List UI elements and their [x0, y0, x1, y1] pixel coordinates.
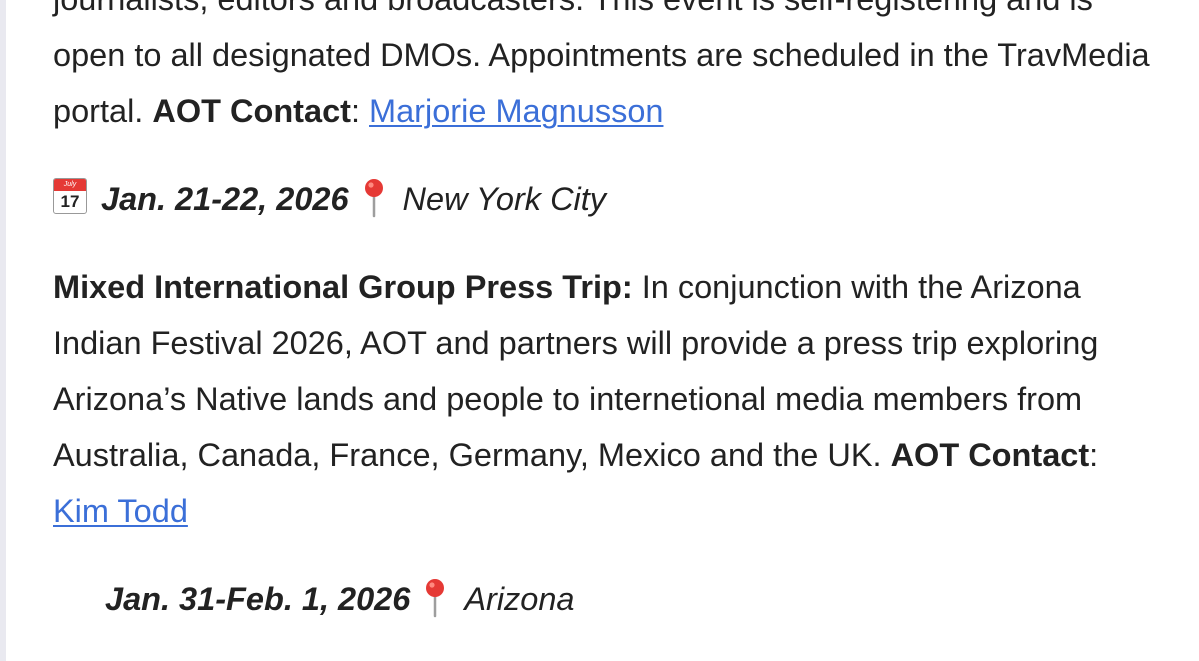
left-border [0, 0, 6, 661]
contact-link-marjorie-magnusson[interactable]: Marjorie Magnusson [369, 93, 663, 129]
contact-label: AOT Contact [152, 93, 351, 129]
calendar-icon-day: 17 [60, 192, 80, 211]
contact-colon: : [350, 93, 360, 129]
event-date: Jan. 31-Feb. 1, 2026 [105, 581, 411, 617]
contact-colon: : [1089, 437, 1099, 473]
event-meta-1: July 17 Jan. 21-22, 2026 New York City [53, 171, 1163, 227]
content-column: journalists, editors and broadcasters. T… [53, 0, 1163, 627]
calendar-icon-month: July [54, 179, 86, 191]
event-description-1: journalists, editors and broadcasters. T… [53, 0, 1163, 139]
contact-label: AOT Contact [890, 437, 1090, 473]
event-location: New York City [402, 181, 607, 217]
email-body: journalists, editors and broadcasters. T… [0, 0, 1199, 661]
event-date: Jan. 21-22, 2026 [101, 181, 349, 217]
calendar-icon: July 17 [53, 178, 87, 214]
round-pushpin-icon [426, 579, 445, 618]
contact-link-kim-todd[interactable]: Kim Todd [53, 493, 188, 529]
description-line-top: journalists, editors and broadcasters. T… [53, 0, 1093, 17]
round-pushpin-icon [364, 179, 383, 218]
event-description-2: Mixed International Group Press Trip: In… [53, 259, 1163, 539]
event-location: Arizona [464, 581, 575, 617]
event-title: Mixed International Group Press Trip: [53, 269, 633, 305]
event-meta-2: Jan. 31-Feb. 1, 2026 Arizona [53, 571, 1163, 627]
